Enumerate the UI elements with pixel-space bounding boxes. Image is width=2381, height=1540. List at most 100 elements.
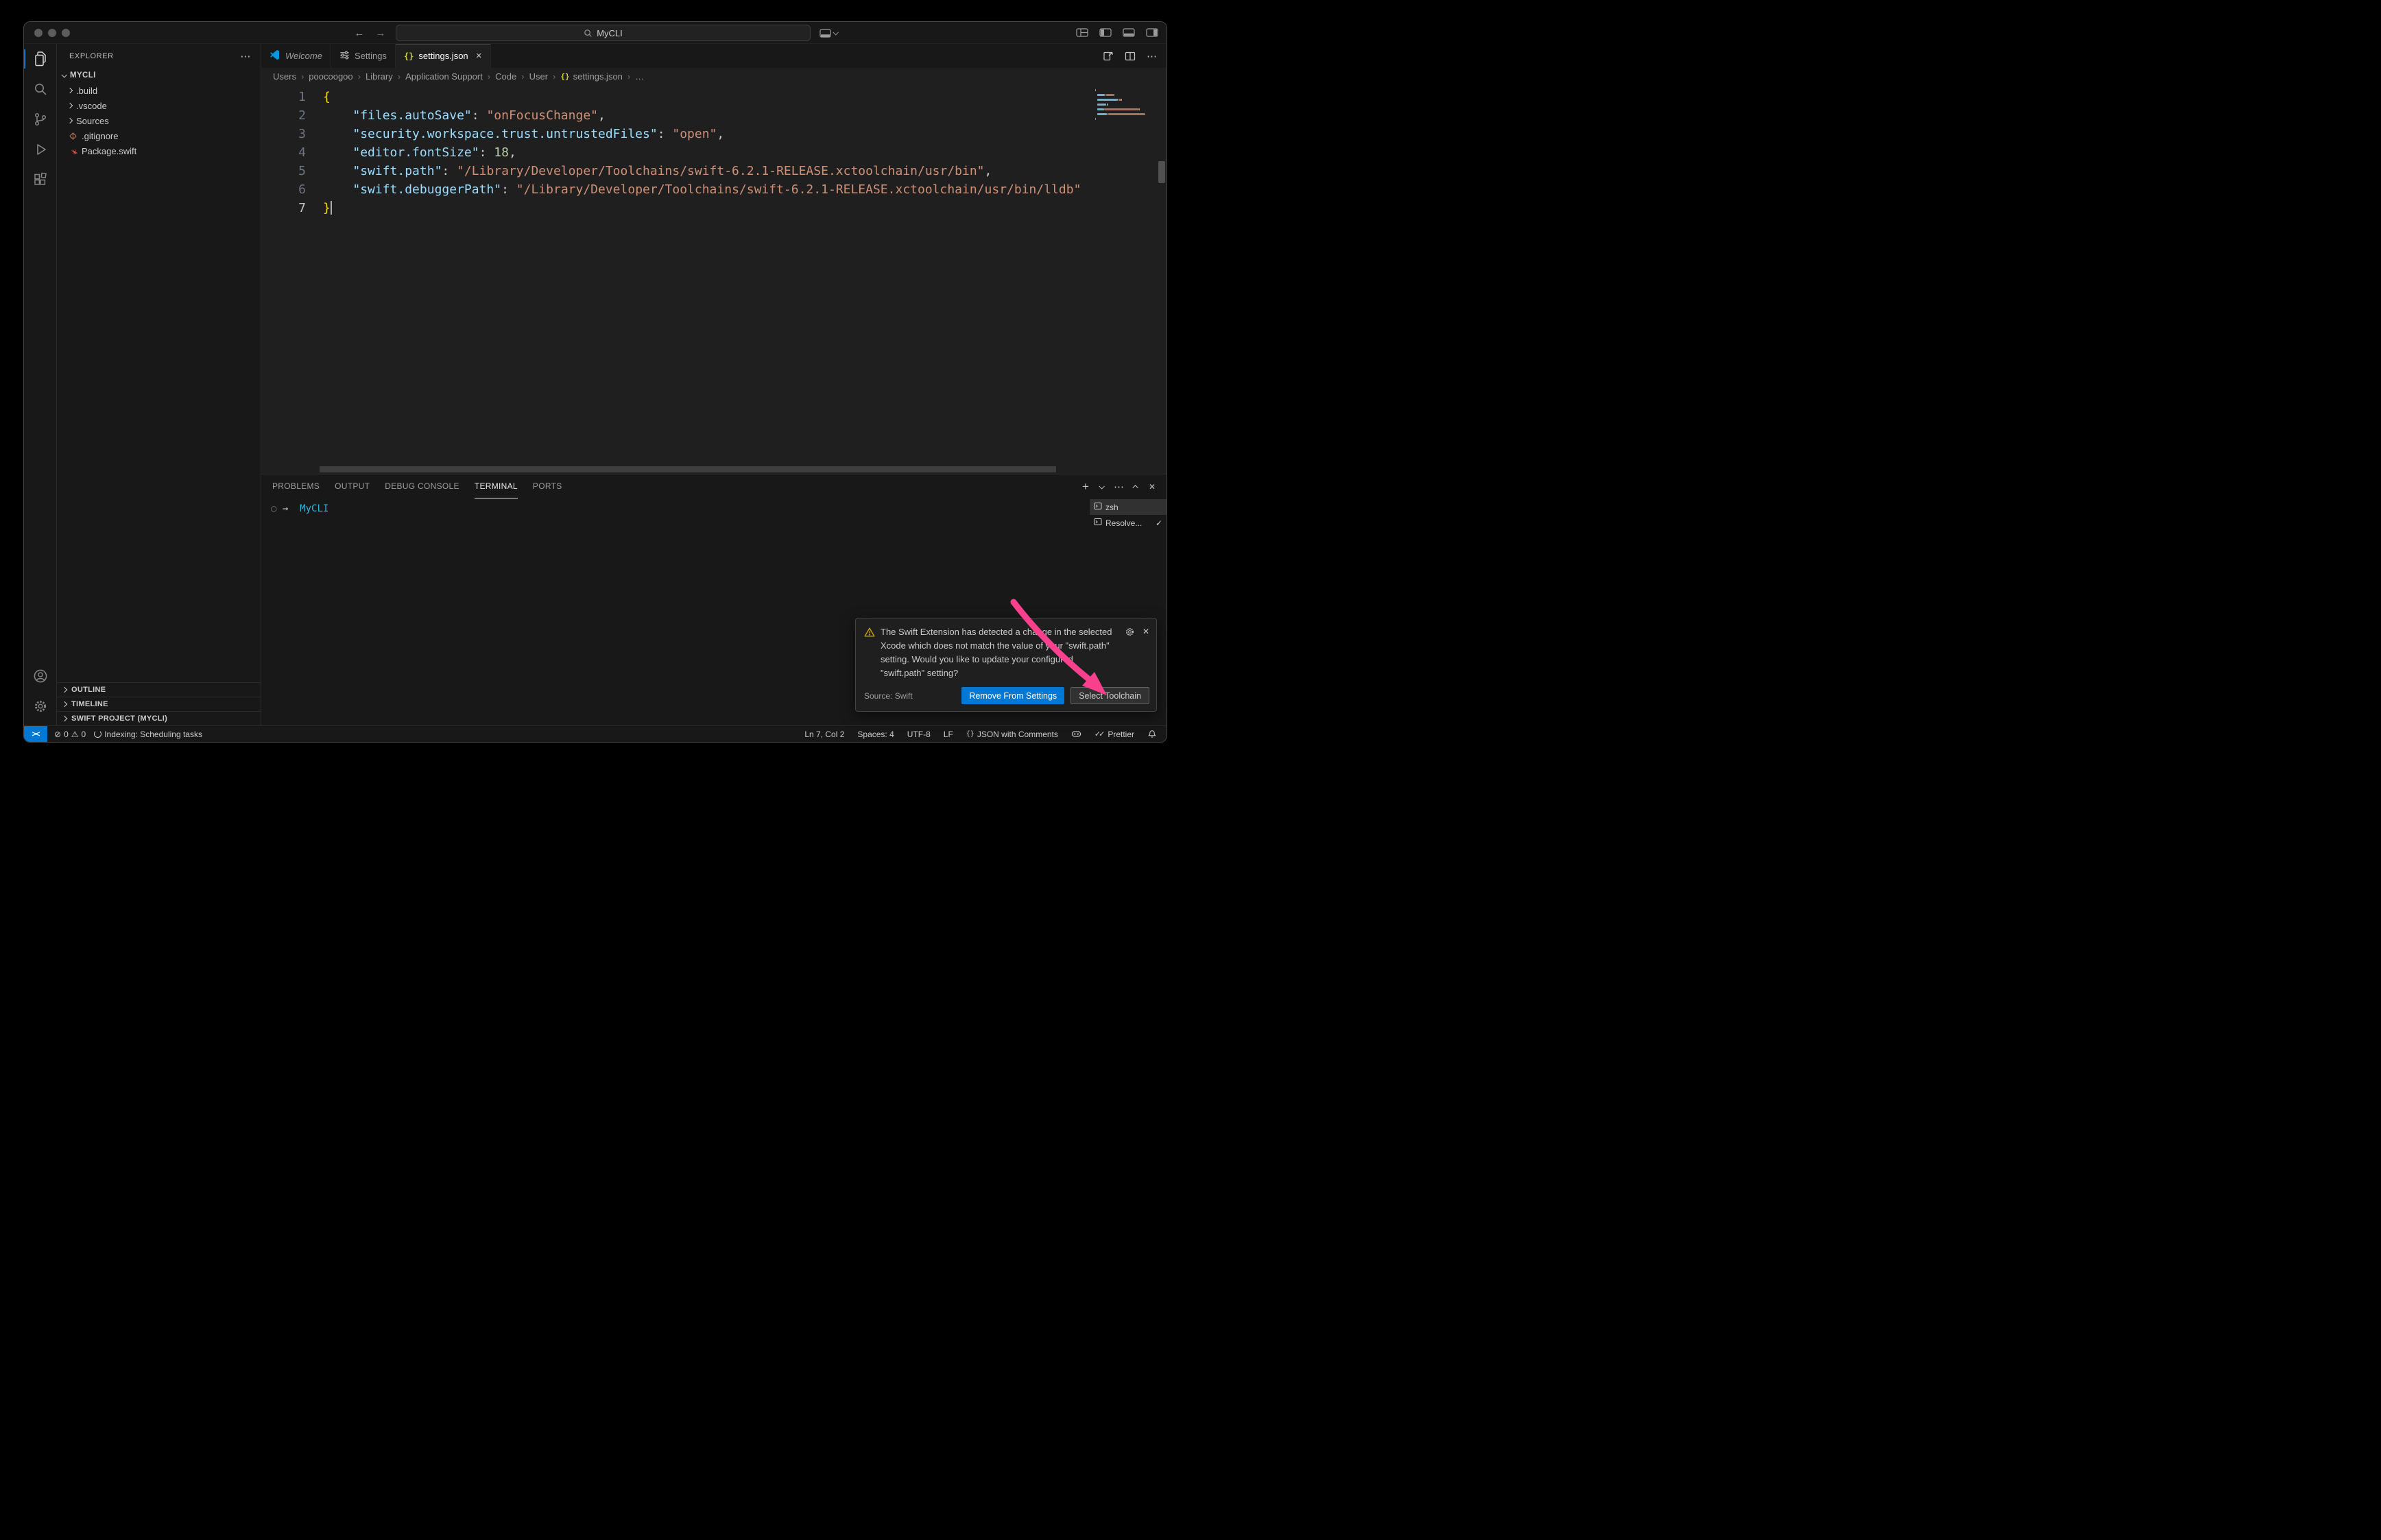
sidebar-sections: OUTLINETIMELINE SWIFT PROJECT (MYCLI) (57, 682, 261, 725)
back-button[interactable]: ← (353, 27, 366, 39)
chevron-separator: › (627, 71, 630, 82)
code-line-3[interactable]: 3 "security.workspace.trust.untrustedFil… (261, 125, 1092, 143)
panel-tab-ports[interactable]: PORTS (533, 474, 562, 498)
forward-button[interactable]: → (374, 27, 387, 39)
cursor-position[interactable]: Ln 7, Col 2 (800, 730, 848, 739)
code-line-1[interactable]: 1{ (261, 88, 1092, 106)
code-editor[interactable]: 1{2 "files.autoSave": "onFocusChange",3 … (261, 84, 1166, 474)
accounts-button[interactable] (24, 661, 57, 691)
split-editor-icon[interactable] (1125, 51, 1136, 62)
activity-explorer[interactable] (24, 44, 57, 74)
select-toolchain-button[interactable]: Select Toolchain (1070, 687, 1149, 704)
notification-close-icon[interactable]: ✕ (1142, 627, 1149, 637)
panel-tab-output[interactable]: OUTPUT (335, 474, 370, 498)
notification-toast: The Swift Extension has detected a chang… (855, 618, 1157, 712)
chevron-right-icon (62, 687, 67, 693)
file-tree: .build.vscodeSources .gitignore Package.sw… (57, 83, 261, 158)
customize-layout-icon[interactable] (1076, 28, 1088, 37)
chevron-separator: › (398, 71, 400, 82)
account-icon (32, 668, 49, 684)
minimap-line (1095, 104, 1157, 106)
json-icon: {} (404, 51, 414, 61)
minimap[interactable] (1092, 84, 1157, 474)
tab-welcome[interactable]: Welcome (261, 44, 331, 68)
chevron-separator: › (488, 71, 490, 82)
notifications-bell[interactable] (1143, 730, 1161, 739)
section-outline[interactable]: OUTLINE (57, 682, 261, 697)
command-center-search[interactable]: MyCLI (396, 25, 811, 41)
breadcrumb-item-application-support[interactable]: Application Support (405, 71, 483, 82)
panel-more-actions-icon[interactable]: ⋯ (1114, 481, 1124, 493)
tab-settings-json[interactable]: {}settings.json✕ (396, 44, 491, 68)
activity-search[interactable] (24, 74, 57, 104)
activity-run-debug[interactable] (24, 134, 57, 165)
more-actions-icon[interactable]: ⋯ (240, 50, 251, 62)
minimize-window-button[interactable] (48, 29, 56, 37)
code-line-5[interactable]: 5 "swift.path": "/Library/Developer/Tool… (261, 162, 1092, 180)
tree-item-label: .gitignore (82, 131, 118, 141)
activity-source-control[interactable] (24, 104, 57, 134)
language-mode[interactable]: {} JSON with Comments (962, 730, 1062, 739)
code-line-6[interactable]: 6 "swift.debuggerPath": "/Library/Develo… (261, 180, 1092, 199)
indentation-status[interactable]: Spaces: 4 (853, 730, 898, 739)
editor-actions: ⋯ (1093, 44, 1166, 68)
status-bar: >< ⊘ 0 ⚠ 0 Indexing: Scheduling tasks Ln… (24, 725, 1166, 742)
indexing-status[interactable]: Indexing: Scheduling tasks (90, 730, 206, 739)
git-branch-icon (32, 111, 49, 128)
search-icon (32, 81, 49, 97)
toggle-primary-sidebar-icon[interactable] (1099, 28, 1112, 37)
tree-item-gitignore[interactable]: .gitignore (57, 128, 261, 143)
breadcrumb-item-settings-json[interactable]: {}settings.json (560, 71, 623, 82)
toggle-secondary-sidebar-icon[interactable] (1146, 28, 1158, 37)
settings-gear-button[interactable] (24, 691, 57, 721)
section-swift-project-mycli[interactable]: SWIFT PROJECT (MYCLI) (57, 711, 261, 725)
encoding-status[interactable]: UTF-8 (903, 730, 935, 739)
tree-root-mycli[interactable]: MYCLI (57, 68, 261, 83)
breadcrumb-item-[interactable]: … (635, 71, 644, 82)
formatter-status[interactable]: ✓✓ Prettier (1090, 730, 1138, 739)
new-terminal-icon[interactable]: + (1082, 481, 1089, 492)
panel-tab-debug-console[interactable]: DEBUG CONSOLE (385, 474, 459, 498)
close-icon[interactable]: ✕ (476, 51, 482, 60)
layout-control[interactable] (819, 29, 837, 38)
activity-extensions[interactable] (24, 165, 57, 195)
terminal-item-zsh[interactable]: zsh (1090, 499, 1166, 515)
code-line-2[interactable]: 2 "files.autoSave": "onFocusChange", (261, 106, 1092, 125)
copilot-status[interactable] (1067, 729, 1086, 739)
close-panel-icon[interactable]: ✕ (1149, 482, 1156, 492)
chevron-down-icon (61, 72, 67, 77)
breadcrumb-item-users[interactable]: Users (273, 71, 296, 82)
chevron-separator: › (301, 71, 304, 82)
code-line-7[interactable]: 7} (261, 199, 1092, 217)
breadcrumb-item-code[interactable]: Code (495, 71, 516, 82)
tree-item-package-swift[interactable]: Package.swift (57, 143, 261, 158)
breadcrumb-item-user[interactable]: User (529, 71, 548, 82)
close-window-button[interactable] (34, 29, 43, 37)
terminal-item-resolve[interactable]: Resolve...✓ (1090, 515, 1166, 531)
maximize-panel-icon[interactable] (1132, 485, 1138, 490)
notification-gear-icon[interactable] (1125, 627, 1135, 637)
remove-from-settings-button[interactable]: Remove From Settings (961, 687, 1064, 704)
tree-item-build[interactable]: .build (57, 83, 261, 98)
section-timeline[interactable]: TIMELINE (57, 697, 261, 711)
tab-settings[interactable]: Settings (331, 44, 396, 68)
code-lines: 1{2 "files.autoSave": "onFocusChange",3 … (261, 88, 1092, 464)
open-settings-ui-icon[interactable] (1103, 51, 1114, 62)
zoom-window-button[interactable] (62, 29, 70, 37)
code-line-4[interactable]: 4 "editor.fontSize": 18, (261, 143, 1092, 162)
breadcrumb-item-library[interactable]: Library (366, 71, 393, 82)
horizontal-scrollbar[interactable] (320, 466, 1056, 472)
panel-tab-problems[interactable]: PROBLEMS (272, 474, 320, 498)
tree-item-sources[interactable]: Sources (57, 113, 261, 128)
breadcrumb-item-poocoogoo[interactable]: poocoogoo (309, 71, 352, 82)
chevron-right-icon (67, 103, 73, 108)
terminal-dropdown-icon[interactable] (1099, 483, 1104, 489)
section-label: SWIFT PROJECT (MYCLI) (71, 714, 167, 723)
remote-indicator[interactable]: >< (24, 726, 47, 742)
panel-tab-terminal[interactable]: TERMINAL (475, 474, 518, 498)
toggle-panel-icon[interactable] (1123, 28, 1135, 37)
eol-status[interactable]: LF (940, 730, 957, 739)
editor-more-actions-icon[interactable]: ⋯ (1147, 50, 1157, 62)
problems-status[interactable]: ⊘ 0 ⚠ 0 (50, 730, 90, 739)
tree-item-vscode[interactable]: .vscode (57, 98, 261, 113)
